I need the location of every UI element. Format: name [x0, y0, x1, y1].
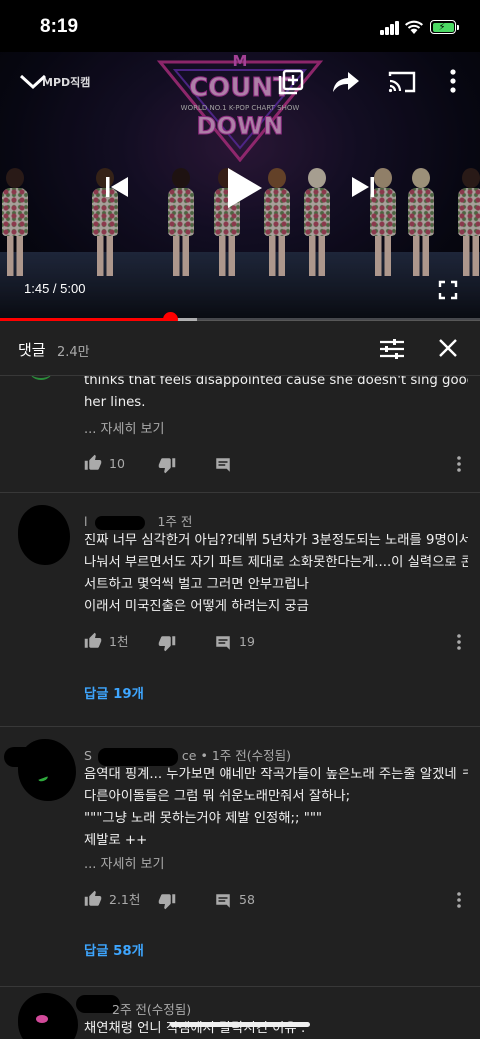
close-icon[interactable]: [437, 337, 459, 359]
like-count: 10: [109, 456, 125, 471]
comment-body: 음역대 핑계... 누가보면 얘네만 작곡가들이 높은노래 주는줄 알겠네 ㅋ …: [84, 767, 468, 848]
comment-time: 2주 전(수정됨): [112, 1002, 192, 1017]
time-readout: 1:45 / 5:00: [24, 281, 86, 296]
wifi-icon: [405, 20, 423, 34]
view-replies-link[interactable]: 답글 58개: [84, 940, 144, 959]
view-replies-link[interactable]: 답글 19개: [84, 683, 144, 702]
comments-header: 댓글 2.4만: [0, 321, 480, 376]
comment-body: thinks that feels disappointed cause she…: [84, 376, 468, 410]
comment-item: S ce • 1주 전(수정됨) 음역대 핑계... 누가보면 얘네만 작곡가들…: [0, 727, 480, 987]
cast-icon[interactable]: [388, 70, 416, 94]
like-icon[interactable]: [84, 890, 102, 908]
comment-item: thinks that feels disappointed cause she…: [0, 376, 480, 492]
read-more-link[interactable]: ... 자세히 보기: [84, 418, 164, 437]
avatar[interactable]: [18, 993, 78, 1039]
like-count: 1천: [109, 634, 129, 649]
status-bar: 8:19 ⚡: [0, 0, 480, 52]
avatar[interactable]: [18, 505, 70, 565]
reply-count: 19: [239, 634, 255, 649]
comment-time: 1주 전(수정됨): [211, 748, 292, 763]
comments-list[interactable]: thinks that feels disappointed cause she…: [0, 376, 480, 1039]
next-icon[interactable]: [350, 174, 376, 200]
like-count: 2.1천: [109, 892, 141, 907]
fullscreen-icon[interactable]: [438, 280, 458, 300]
like-icon[interactable]: [84, 454, 102, 472]
comment-actions: 1천 19: [84, 632, 474, 652]
redacted-name: [97, 747, 178, 766]
cellular-signal-icon: [380, 21, 400, 35]
add-to-playlist-icon[interactable]: [278, 69, 304, 95]
comment-time: 1주 전: [157, 514, 193, 529]
comments-count: 2.4만: [57, 345, 90, 360]
comment-more-icon[interactable]: [456, 456, 462, 472]
comment-body: 진짜 너무 심각한거 아님??데뷔 5년차가 3분정도되는 노래를 9명이서 나…: [84, 533, 468, 614]
comment-more-icon[interactable]: [456, 892, 462, 908]
dislike-icon[interactable]: [158, 892, 176, 910]
author-name[interactable]: S: [84, 748, 92, 763]
reply-count: 58: [239, 892, 255, 907]
status-time: 8:19: [40, 16, 79, 37]
dislike-icon[interactable]: [158, 456, 176, 474]
comment-meta: S ce • 1주 전(수정됨): [84, 745, 291, 766]
avatar[interactable]: [30, 376, 52, 380]
read-more-link[interactable]: ... 자세히 보기: [84, 853, 164, 872]
share-icon[interactable]: [332, 70, 360, 94]
more-options-icon[interactable]: [448, 68, 458, 94]
comment-item: l 1주 전 진짜 너무 심각한거 아님??데뷔 5년차가 3분정도되는 노래를…: [0, 493, 480, 726]
author-name[interactable]: l: [84, 514, 87, 529]
video-player[interactable]: M COUNT WORLD NO.1 K-POP CHART SHOW DOWN…: [0, 52, 480, 320]
sort-filter-icon[interactable]: [380, 338, 404, 360]
comment-actions: 10: [84, 454, 474, 474]
reply-icon[interactable]: [214, 892, 232, 910]
channel-watermark: MPD직캠: [42, 76, 91, 89]
home-indicator[interactable]: [170, 1022, 310, 1027]
comments-title: 댓글: [18, 341, 46, 359]
redacted-name: [95, 515, 146, 530]
comment-actions: 2.1천 58: [84, 890, 474, 910]
dislike-icon[interactable]: [158, 634, 176, 652]
comment-meta: 2주 전(수정됨): [112, 999, 191, 1018]
reply-icon[interactable]: [214, 456, 232, 474]
comment-more-icon[interactable]: [456, 634, 462, 650]
like-icon[interactable]: [84, 632, 102, 650]
previous-icon[interactable]: [104, 174, 130, 200]
comment-meta: l 1주 전: [84, 511, 192, 530]
author-name-suffix: ce: [181, 748, 197, 763]
comment-item: 2주 전(수정됨) 채연채령 언니 직캠에서 탈락시킨 이유 :: [0, 987, 480, 1039]
reply-icon[interactable]: [214, 634, 232, 652]
battery-icon: ⚡: [430, 20, 456, 34]
play-icon[interactable]: [224, 166, 264, 210]
